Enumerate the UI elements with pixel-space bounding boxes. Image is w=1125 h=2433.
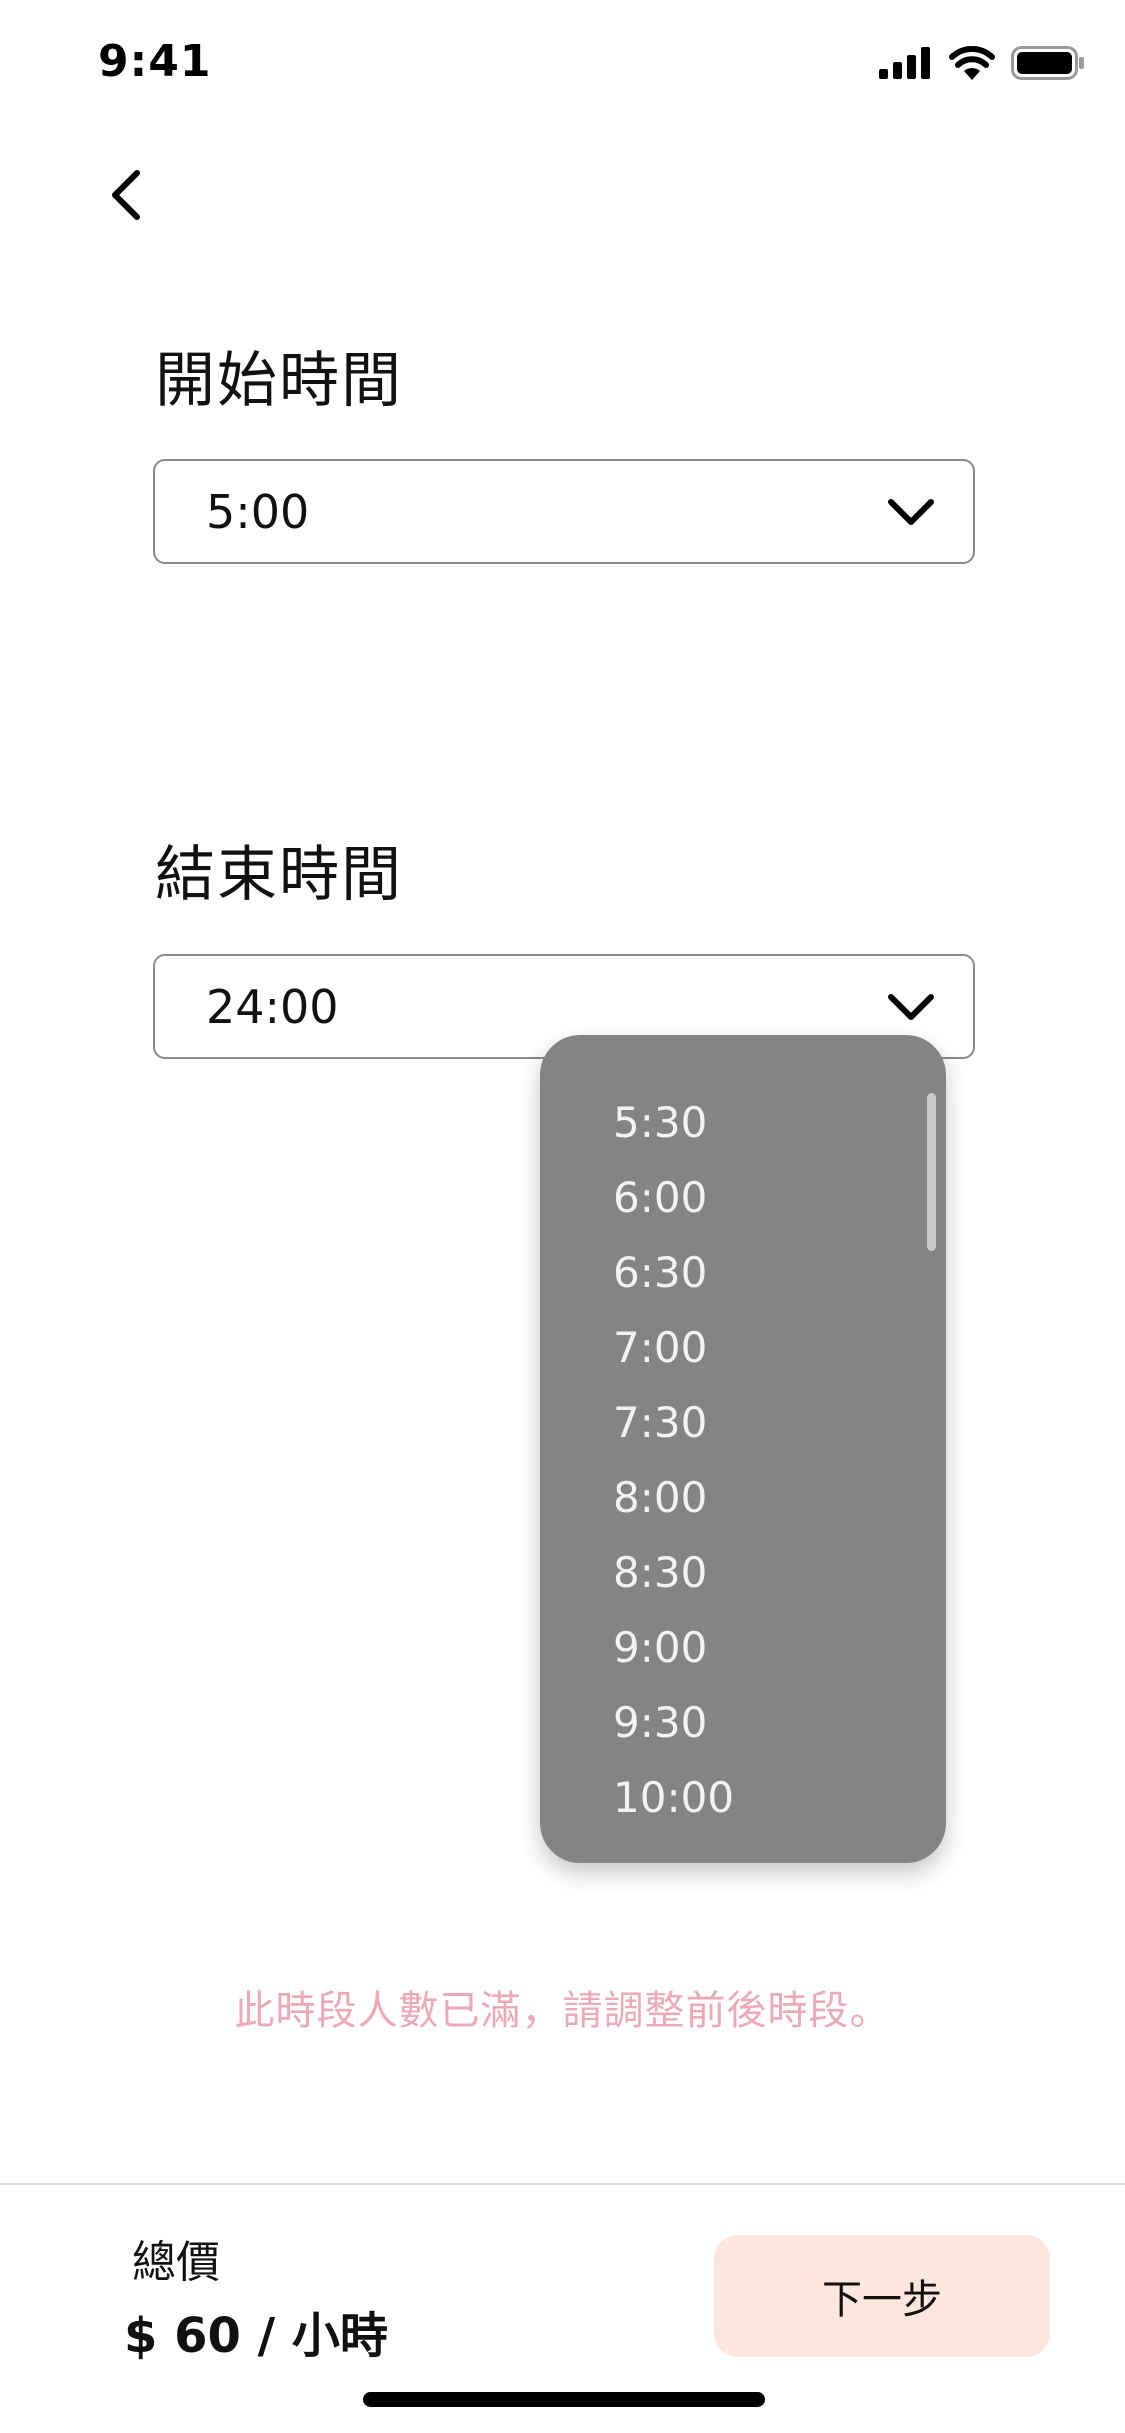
cellular-signal-icon <box>879 47 930 79</box>
chevron-down-icon <box>888 993 934 1020</box>
start-time-select[interactable]: 5:00 <box>153 459 975 564</box>
booking-time-screen: 9:41 開始時間 5:00 結束時間 24:00 5:30 6:00 6:30… <box>0 0 1125 2433</box>
battery-icon <box>1011 46 1084 80</box>
home-indicator <box>363 2392 765 2407</box>
dropdown-option[interactable]: 7:00 <box>540 1310 946 1385</box>
total-price-value: $ 60 / 小時 <box>124 2308 388 2364</box>
dropdown-option[interactable]: 7:30 <box>540 1385 946 1460</box>
wifi-icon <box>949 46 995 80</box>
end-time-title: 結束時間 <box>155 840 403 910</box>
warning-message: 此時段人數已滿，請調整前後時段。 <box>234 1988 891 2034</box>
dropdown-scrollbar[interactable] <box>927 1093 936 1251</box>
end-time-dropdown[interactable]: 5:30 6:00 6:30 7:00 7:30 8:00 8:30 9:00 … <box>540 1035 946 1863</box>
end-time-value: 24:00 <box>206 979 339 1034</box>
status-icons <box>879 46 1085 80</box>
dropdown-option[interactable]: 5:30 <box>540 1085 946 1160</box>
chevron-down-icon <box>888 498 934 525</box>
next-step-button[interactable]: 下一步 <box>714 2235 1050 2357</box>
back-button[interactable] <box>96 160 156 230</box>
start-time-value: 5:00 <box>206 484 310 539</box>
dropdown-option[interactable]: 6:30 <box>540 1235 946 1310</box>
dropdown-option[interactable]: 6:00 <box>540 1160 946 1235</box>
chevron-left-icon <box>112 170 140 220</box>
dropdown-option[interactable]: 9:30 <box>540 1685 946 1760</box>
dropdown-option[interactable]: 8:30 <box>540 1535 946 1610</box>
dropdown-option[interactable]: 9:00 <box>540 1610 946 1685</box>
footer-divider <box>0 2183 1125 2185</box>
dropdown-option[interactable]: 10:00 <box>540 1760 946 1835</box>
total-price-label: 總價 <box>132 2237 220 2288</box>
dropdown-options-list: 5:30 6:00 6:30 7:00 7:30 8:00 8:30 9:00 … <box>540 1035 946 1835</box>
dropdown-option[interactable]: 8:00 <box>540 1460 946 1535</box>
start-time-title: 開始時間 <box>155 346 403 416</box>
status-time: 9:41 <box>98 36 212 87</box>
